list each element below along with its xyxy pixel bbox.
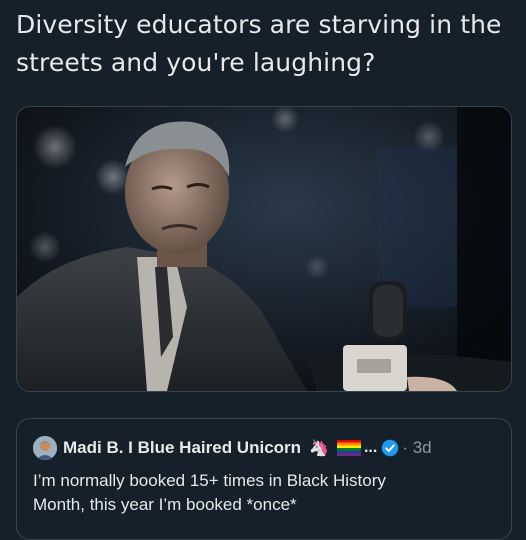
quoted-tweet-text-line-1: I’m normally booked 15+ times in Black H… — [33, 471, 386, 490]
unicorn-emoji: 🦄 — [309, 440, 329, 457]
quoted-tweet[interactable]: Madi B. I Blue Haired Unicorn 🦄 ... · 3d… — [16, 418, 512, 540]
tweet-text: Diversity educators are starving in the … — [16, 6, 516, 82]
scene-illustration — [17, 107, 511, 391]
quoted-tweet-text-line-2: Month, this year I’m booked *once* — [33, 495, 297, 514]
avatar[interactable] — [33, 436, 57, 460]
tweet-media-image[interactable] — [16, 106, 512, 392]
quoted-tweet-header: Madi B. I Blue Haired Unicorn 🦄 ... · 3d — [33, 435, 503, 461]
author-name[interactable]: Madi B. I Blue Haired Unicorn — [63, 438, 301, 458]
tweet-text-line-1: Diversity educators are starving in the — [16, 10, 502, 39]
rainbow-flag-icon — [336, 440, 361, 456]
tweet-text-line-2: streets and you're laughing? — [16, 48, 376, 77]
timestamp[interactable]: · 3d — [402, 438, 431, 458]
verified-badge-icon — [382, 439, 399, 457]
quoted-tweet-text: I’m normally booked 15+ times in Black H… — [33, 469, 503, 517]
name-truncation: ... — [363, 439, 378, 456]
